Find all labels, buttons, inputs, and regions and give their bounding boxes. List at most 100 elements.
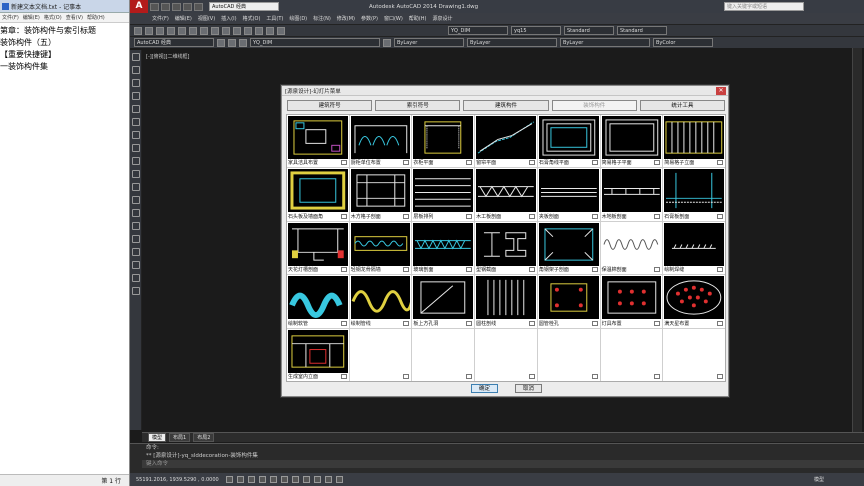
slide-checkbox[interactable] <box>340 267 347 273</box>
toolbar-pan-icon[interactable] <box>255 26 263 35</box>
dimstyle-select[interactable]: YQ_DIM <box>448 26 508 35</box>
tpy-toggle-icon[interactable] <box>336 476 343 483</box>
toolbar-print-icon[interactable] <box>167 26 175 35</box>
point-tool-icon[interactable] <box>132 222 140 230</box>
slide-checkbox[interactable] <box>528 160 535 166</box>
slide-item[interactable] <box>412 328 475 381</box>
slide-checkbox[interactable] <box>717 213 723 219</box>
slide-thumbnail[interactable] <box>538 116 599 159</box>
ellipse-tool-icon[interactable] <box>132 170 140 178</box>
slide-item[interactable]: 简易格子立面 <box>663 115 725 168</box>
slide-item[interactable]: 石头板及墙面角 <box>287 168 349 221</box>
notepad-menu-help[interactable]: 帮助(H) <box>87 14 105 21</box>
slide-checkbox[interactable] <box>466 160 473 166</box>
slide-item[interactable]: 木地板剖面 <box>600 168 663 221</box>
slide-item[interactable]: 满天星布置 <box>663 275 725 328</box>
slide-item[interactable]: 简易格子平面 <box>600 115 663 168</box>
slide-checkbox[interactable] <box>654 213 661 219</box>
lwt-toggle-icon[interactable] <box>325 476 332 483</box>
redo-icon[interactable] <box>194 2 203 11</box>
slide-checkbox[interactable] <box>654 320 661 326</box>
toolbar-zoom-icon[interactable] <box>266 26 274 35</box>
dialog-tab[interactable]: 建筑构件 <box>463 100 549 111</box>
grid-toggle-icon[interactable] <box>248 476 255 483</box>
plotstyle-select[interactable]: ByColor <box>653 38 713 47</box>
menu-yq-design[interactable]: 源泉设计 <box>432 15 452 22</box>
slide-item[interactable]: 石膏板剖面 <box>663 168 725 221</box>
slide-checkbox[interactable] <box>654 374 661 379</box>
slide-checkbox[interactable] <box>654 267 661 273</box>
ortho-toggle-icon[interactable] <box>259 476 266 483</box>
menu-format[interactable]: 格式(O) <box>243 15 261 22</box>
layer-lock-icon[interactable] <box>239 38 247 47</box>
slide-checkbox[interactable] <box>466 320 473 326</box>
save-icon[interactable] <box>172 2 181 11</box>
toolbar-save-icon[interactable] <box>156 26 164 35</box>
tablestyle-select[interactable]: Standard <box>564 26 614 35</box>
slide-item[interactable]: 玻璃剖面 <box>412 221 475 275</box>
mtext-tool-icon[interactable] <box>132 287 140 295</box>
slide-checkbox[interactable] <box>591 320 598 326</box>
slide-checkbox[interactable] <box>654 160 661 166</box>
toolbar-match-icon[interactable] <box>222 26 230 35</box>
dialog-tab[interactable]: 装饰构件 <box>551 100 637 111</box>
slide-item[interactable]: 家具洁具布置 <box>287 115 349 168</box>
slide-item[interactable] <box>663 328 725 381</box>
slide-item[interactable]: 角钢架子剖面 <box>537 221 600 275</box>
slide-thumbnail[interactable] <box>288 222 348 266</box>
lineweight-select[interactable]: ByLayer <box>560 38 650 47</box>
workspace-combo[interactable]: AutoCAD 经典 <box>134 38 214 47</box>
slide-thumbnail[interactable] <box>476 222 536 266</box>
slide-thumbnail[interactable] <box>413 169 474 213</box>
menu-edit[interactable]: 编辑(E) <box>175 15 192 22</box>
snap-toggle-icon[interactable] <box>237 476 244 483</box>
slide-checkbox[interactable] <box>340 160 347 166</box>
slide-item[interactable] <box>475 328 537 381</box>
slide-checkbox[interactable] <box>403 267 410 273</box>
cancel-button[interactable]: 取消 <box>515 384 542 393</box>
slide-item[interactable]: 衣柜平面 <box>412 115 475 168</box>
dialog-tab[interactable]: 索引符号 <box>375 100 461 111</box>
slide-checkbox[interactable] <box>591 374 598 379</box>
gradient-tool-icon[interactable] <box>132 248 140 256</box>
polyline-tool-icon[interactable] <box>132 79 140 87</box>
toolbar-preview-icon[interactable] <box>178 26 186 35</box>
slide-item[interactable]: 夹板剖面 <box>537 168 600 221</box>
new-file-icon[interactable] <box>150 2 159 11</box>
hatch-tool-icon[interactable] <box>132 235 140 243</box>
slide-checkbox[interactable] <box>403 213 410 219</box>
infer-toggle-icon[interactable] <box>226 476 233 483</box>
slide-item[interactable]: 层板排列 <box>412 168 475 221</box>
notepad-menu-file[interactable]: 文件(F) <box>2 14 19 21</box>
slide-thumbnail[interactable] <box>350 116 411 159</box>
autocad-logo-icon[interactable]: A <box>130 0 148 13</box>
slide-item[interactable]: 天花灯槽剖面 <box>287 221 349 275</box>
region-tool-icon[interactable] <box>132 261 140 269</box>
slide-item[interactable]: 木工板剖面 <box>475 168 537 221</box>
color-select[interactable]: ByLayer <box>394 38 464 47</box>
layer-freeze-icon[interactable] <box>228 38 236 47</box>
slide-thumbnail[interactable] <box>350 276 412 320</box>
revcloud-tool-icon[interactable] <box>132 144 140 152</box>
slide-checkbox[interactable] <box>340 213 347 219</box>
spline-tool-icon[interactable] <box>132 157 140 165</box>
slide-thumbnail[interactable] <box>601 169 662 213</box>
vertical-scrollbar[interactable] <box>852 48 862 432</box>
slide-thumbnail[interactable] <box>413 116 474 159</box>
slide-item[interactable] <box>349 328 412 381</box>
menu-dimension[interactable]: 标注(N) <box>313 15 331 22</box>
slide-thumbnail[interactable] <box>538 222 599 266</box>
slide-checkbox[interactable] <box>717 160 723 166</box>
slide-checkbox[interactable] <box>591 267 598 273</box>
menu-help[interactable]: 帮助(H) <box>409 15 427 22</box>
toolbar-copy-icon[interactable] <box>200 26 208 35</box>
slide-item[interactable]: 绘制焊缝 <box>663 221 725 275</box>
menu-view[interactable]: 视图(V) <box>198 15 215 22</box>
slide-thumbnail[interactable] <box>664 116 724 159</box>
slide-item[interactable]: 厨柜单位布置 <box>349 115 412 168</box>
osnap-toggle-icon[interactable] <box>281 476 288 483</box>
menu-window[interactable]: 窗口(W) <box>384 15 403 22</box>
undo-icon[interactable] <box>183 2 192 11</box>
slide-checkbox[interactable] <box>466 213 473 219</box>
slide-item[interactable]: 圆柱剖线 <box>475 275 537 328</box>
